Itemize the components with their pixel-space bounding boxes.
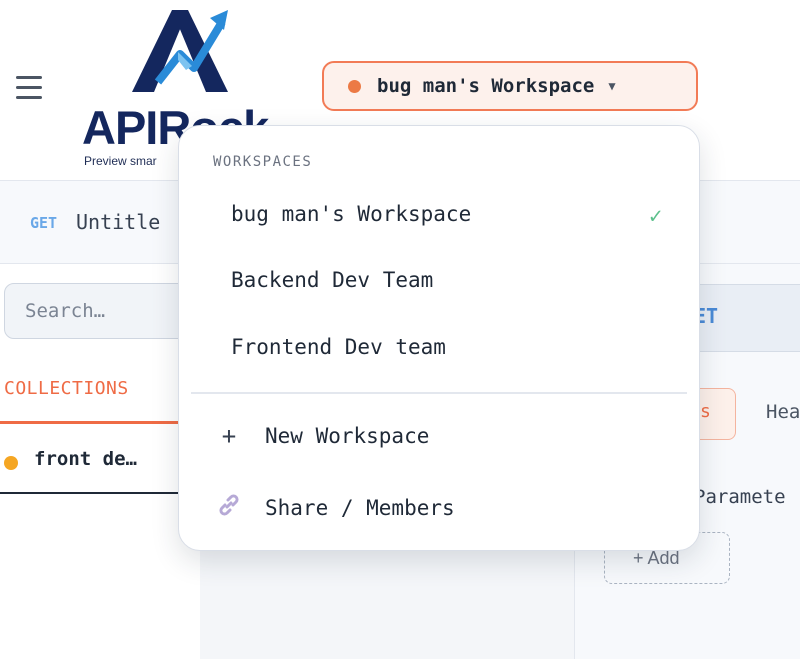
- logo-tagline: Preview smar: [84, 154, 157, 168]
- apirock-logo-icon: [132, 10, 228, 92]
- workspace-option-backend-dev-team[interactable]: Backend Dev Team: [231, 268, 433, 292]
- workspace-option-bug-man[interactable]: bug man's Workspace: [231, 202, 471, 226]
- collection-dot: [4, 456, 18, 470]
- check-icon: ✓: [649, 204, 663, 229]
- link-icon: [215, 492, 243, 524]
- collection-item[interactable]: front de…: [0, 444, 200, 494]
- workspace-switcher-button[interactable]: bug man's Workspace ▼: [322, 61, 698, 111]
- workspace-option-frontend-dev-team[interactable]: Frontend Dev team: [231, 335, 446, 359]
- plus-icon: +: [221, 422, 237, 450]
- params-heading: Paramete: [694, 486, 786, 508]
- workspaces-section-title: WORKSPACES: [213, 154, 313, 170]
- workspace-switcher-label: bug man's Workspace: [377, 75, 595, 97]
- share-members-label: Share / Members: [265, 496, 455, 520]
- tab-collections[interactable]: COLLECTIONS: [4, 378, 129, 399]
- new-workspace-label: New Workspace: [265, 424, 430, 448]
- new-workspace-button[interactable]: + New Workspace: [215, 422, 430, 450]
- tab-method-badge[interactable]: GET: [30, 214, 57, 232]
- chevron-down-icon: ▼: [608, 79, 616, 93]
- search-input[interactable]: [4, 283, 204, 339]
- menu-divider: [191, 392, 687, 394]
- share-members-button[interactable]: Share / Members: [215, 492, 455, 524]
- workspace-dropdown-menu: WORKSPACES bug man's Workspace ✓ Backend…: [178, 125, 700, 551]
- tab-params-label: s: [700, 401, 711, 422]
- hamburger-menu-icon[interactable]: [16, 74, 44, 100]
- tab-title[interactable]: Untitle: [76, 210, 160, 234]
- collection-name: front de…: [34, 448, 137, 470]
- tab-headers[interactable]: Hea: [766, 401, 800, 423]
- active-tab-indicator: [0, 421, 180, 424]
- workspace-status-dot: [348, 79, 361, 93]
